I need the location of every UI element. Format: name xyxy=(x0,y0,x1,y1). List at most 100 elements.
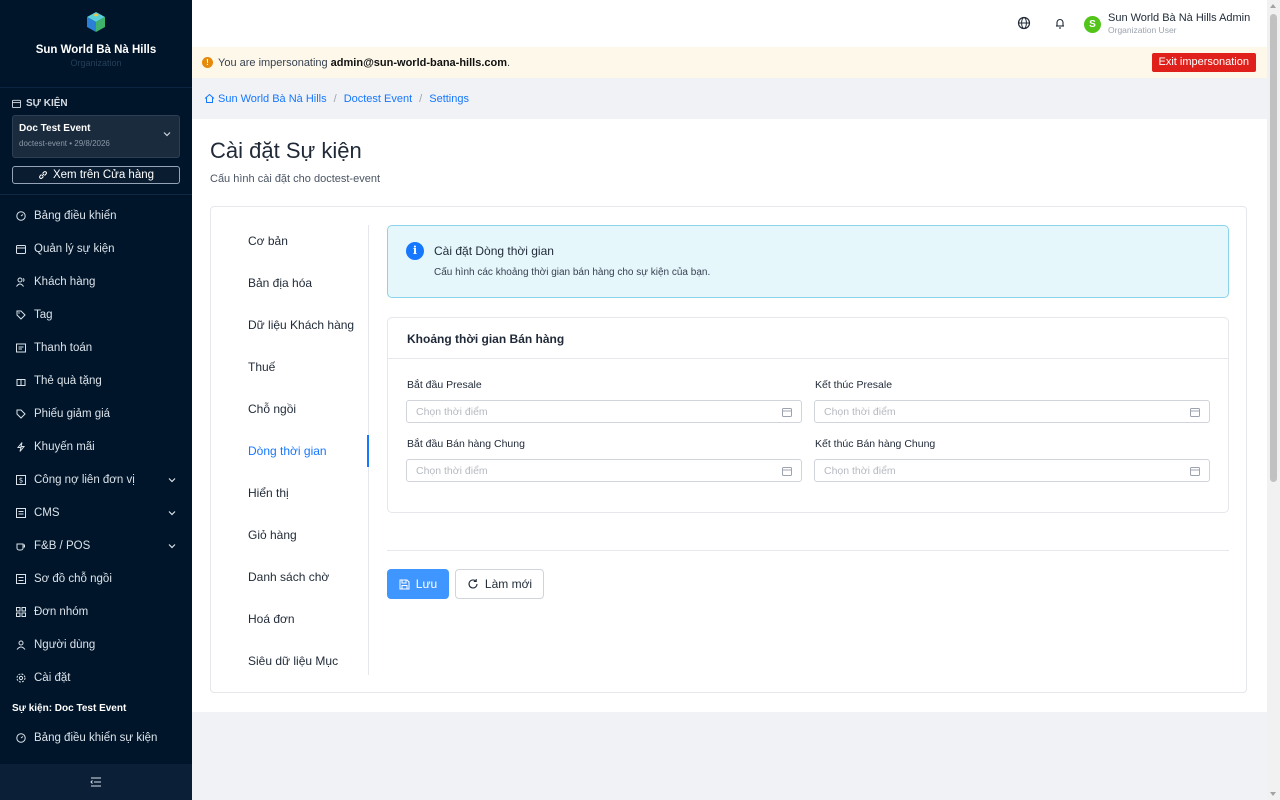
sidebar-item-label: Khuyến mãi xyxy=(34,440,95,453)
event-selector[interactable]: Doc Test Event doctest-event • 29/8/2026 xyxy=(12,115,180,158)
sidebar-collapse-button[interactable] xyxy=(0,764,192,800)
sidebar-item-dashboard[interactable]: Bảng điều khiển xyxy=(0,199,192,232)
user-name[interactable]: Sun World Bà Nà Hills Admin xyxy=(1108,12,1250,24)
sidebar-item-payment[interactable]: Thanh toán xyxy=(0,331,192,364)
exit-impersonation-button[interactable]: Exit impersonation xyxy=(1151,53,1256,72)
link-icon xyxy=(39,171,47,179)
impersonation-prefix: You are impersonating xyxy=(218,56,328,69)
tab-display[interactable]: Hiển thị xyxy=(211,477,368,519)
breadcrumb-org[interactable]: Sun World Bà Nà Hills xyxy=(218,93,327,105)
tab-customer-data[interactable]: Dữ liệu Khách hàng xyxy=(211,309,368,351)
sidebar-item-label: Thanh toán xyxy=(34,341,93,354)
scroll-up-arrow[interactable] xyxy=(1270,4,1276,8)
tag-icon xyxy=(16,310,26,320)
breadcrumb: Sun World Bà Nà Hills / Doctest Event / … xyxy=(192,78,1267,119)
sales-period-card: Khoảng thời gian Bán hàng Bắt đầu Presal… xyxy=(387,317,1229,513)
event-meta: doctest-event • 29/8/2026 xyxy=(19,139,110,148)
tab-localization[interactable]: Bản địa hóa xyxy=(211,267,368,309)
calendar-icon xyxy=(1190,408,1200,417)
avatar[interactable]: S xyxy=(1084,16,1101,33)
sidebar-item-label: Bảng điều khiển sự kiện xyxy=(34,731,158,744)
tab-seating[interactable]: Chỗ ngồi xyxy=(211,393,368,435)
general-sale-start-picker[interactable]: Chọn thời điểm xyxy=(406,459,802,482)
sidebar-item-label: CMS xyxy=(34,506,60,519)
chevron-down-icon xyxy=(163,132,171,137)
save-button[interactable]: Lưu xyxy=(387,569,449,599)
breadcrumb-separator: / xyxy=(419,92,423,105)
general-sale-end-picker[interactable]: Chọn thời điểm xyxy=(814,459,1210,482)
user-role: Organization User xyxy=(1108,25,1177,35)
sidebar-item-event-dashboard[interactable]: Bảng điều khiển sự kiện xyxy=(0,721,192,754)
info-icon: i xyxy=(406,242,424,260)
general-sale-end-label: Kết thúc Bán hàng Chung xyxy=(815,438,936,450)
org-name: Sun World Bà Nà Hills xyxy=(35,44,157,56)
settings-icon xyxy=(16,673,26,682)
bell-icon[interactable] xyxy=(1053,16,1067,30)
org-subtitle: Organization xyxy=(70,58,122,68)
sidebar-item-group-orders[interactable]: Đơn nhóm xyxy=(0,595,192,628)
presale-end-label: Kết thúc Presale xyxy=(815,379,893,391)
chevron-down-icon xyxy=(168,544,176,549)
payment-icon xyxy=(16,343,26,352)
sidebar-item-label: Tag xyxy=(34,308,53,321)
menu-fold-icon xyxy=(90,777,101,787)
sidebar-item-label: Người dùng xyxy=(34,638,96,651)
chevron-down-icon xyxy=(168,511,176,516)
sidebar-item-events[interactable]: Quản lý sự kiện xyxy=(0,232,192,265)
globe-icon[interactable] xyxy=(1017,16,1031,30)
sidebar-nav: Bảng điều khiển Quản lý sự kiện Khách hà… xyxy=(0,195,192,694)
sidebar-item-inter-unit-debt[interactable]: $ Công nợ liên đơn vị xyxy=(0,463,192,496)
sidebar-item-cms[interactable]: CMS xyxy=(0,496,192,529)
save-icon xyxy=(399,579,410,589)
section-title-label: SỰ KIỆN xyxy=(26,98,68,109)
tab-tax[interactable]: Thuế xyxy=(211,351,368,393)
sidebar-item-customers[interactable]: Khách hàng xyxy=(0,265,192,298)
info-description: Cấu hình các khoảng thời gian bán hàng c… xyxy=(434,267,711,278)
actions-divider xyxy=(387,550,1229,551)
sidebar-item-coupons[interactable]: Phiếu giảm giá xyxy=(0,397,192,430)
ledger-icon: $ xyxy=(16,474,26,485)
reset-button[interactable]: Làm mới xyxy=(455,569,544,599)
sidebar: Sun World Bà Nà Hills Organization SỰ KI… xyxy=(0,0,192,800)
view-in-store-button[interactable]: Xem trên Cửa hàng xyxy=(12,166,180,184)
view-in-store-label: Xem trên Cửa hàng xyxy=(52,169,155,181)
scroll-down-arrow[interactable] xyxy=(1270,792,1276,796)
tab-invoice[interactable]: Hoá đơn xyxy=(211,603,368,645)
sidebar-item-label: Sơ đồ chỗ ngồi xyxy=(34,572,112,585)
calendar-icon xyxy=(782,408,792,417)
sidebar-item-label: Cài đặt xyxy=(34,671,71,684)
dashboard-icon xyxy=(16,210,26,221)
seatmap-icon xyxy=(16,573,26,584)
page-scrollbar[interactable] xyxy=(1267,0,1280,800)
tab-item-metadata[interactable]: Siêu dữ liệu Mục xyxy=(211,645,368,687)
coupon-icon xyxy=(16,409,26,419)
impersonation-banner: ! You are impersonating admin@sun-world-… xyxy=(192,47,1267,78)
presale-start-picker[interactable]: Chọn thời điểm xyxy=(406,400,802,423)
tab-cart[interactable]: Giỏ hàng xyxy=(211,519,368,561)
presale-end-picker[interactable]: Chọn thời điểm xyxy=(814,400,1210,423)
home-icon[interactable] xyxy=(204,93,215,104)
tab-basic[interactable]: Cơ bản xyxy=(211,225,368,267)
sidebar-item-promotions[interactable]: Khuyến mãi xyxy=(0,430,192,463)
sidebar-item-gift-cards[interactable]: Thẻ quà tặng xyxy=(0,364,192,397)
sidebar-item-tag[interactable]: Tag xyxy=(0,298,192,331)
logo-icon xyxy=(87,12,105,32)
tab-waitlist[interactable]: Danh sách chờ xyxy=(211,561,368,603)
calendar-icon xyxy=(782,467,792,476)
cms-icon xyxy=(16,507,26,518)
refresh-icon xyxy=(468,579,478,589)
tab-timeline[interactable]: Dòng thời gian xyxy=(211,435,369,477)
sidebar-item-label: Đơn nhóm xyxy=(34,605,89,618)
calendar-icon xyxy=(12,99,21,108)
event-section-title: SỰ KIỆN xyxy=(0,88,192,115)
sidebar-item-seat-map[interactable]: Sơ đồ chỗ ngồi xyxy=(0,562,192,595)
sidebar-item-label: F&B / POS xyxy=(34,539,91,552)
sidebar-item-fnb-pos[interactable]: F&B / POS xyxy=(0,529,192,562)
scroll-thumb[interactable] xyxy=(1270,14,1277,482)
breadcrumb-settings[interactable]: Settings xyxy=(429,93,469,105)
sidebar-item-settings[interactable]: Cài đặt xyxy=(0,661,192,694)
breadcrumb-event[interactable]: Doctest Event xyxy=(344,93,412,105)
sidebar-item-label: Phiếu giảm giá xyxy=(34,407,111,420)
sidebar-item-users[interactable]: Người dùng xyxy=(0,628,192,661)
presale-start-label: Bắt đầu Presale xyxy=(407,379,482,391)
